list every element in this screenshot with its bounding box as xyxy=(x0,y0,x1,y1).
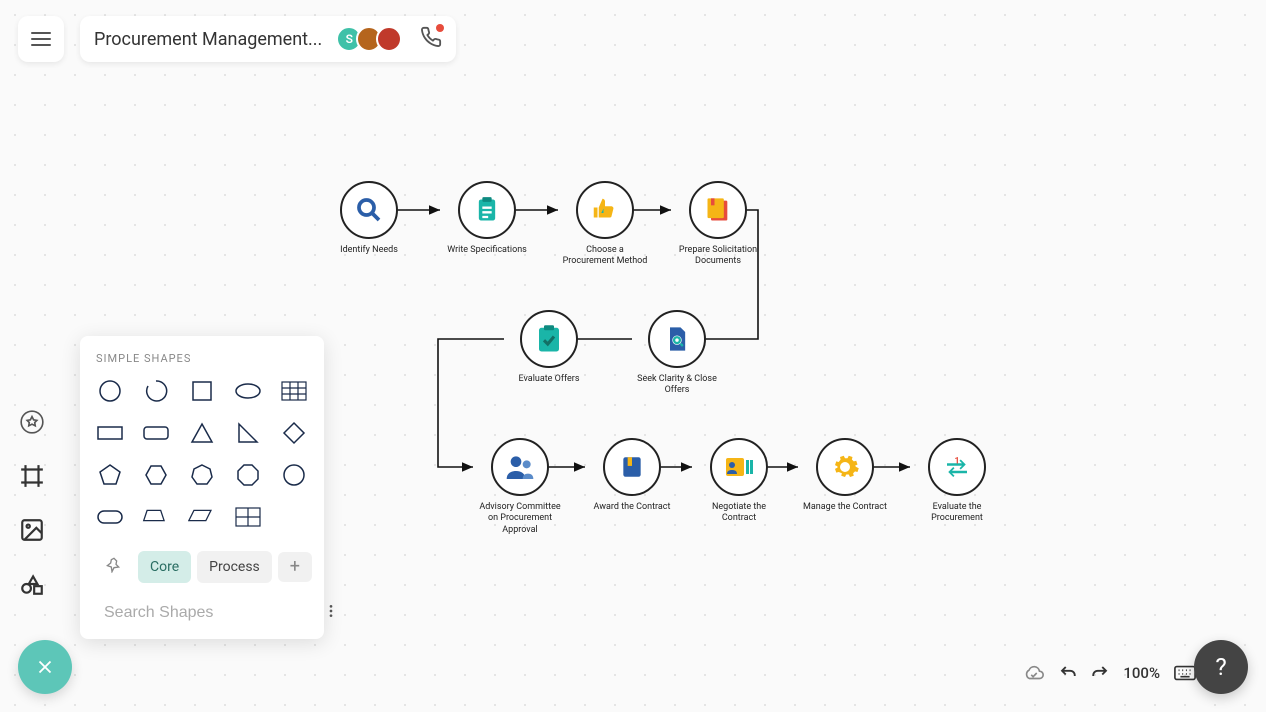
flow-node-label: Negotiate the Contract xyxy=(694,502,784,525)
contact-icon xyxy=(724,453,754,481)
flow-node-prepare[interactable]: Prepare Solicitation Documents xyxy=(673,181,763,268)
book-icon xyxy=(619,454,645,480)
doc-search-icon xyxy=(663,325,691,353)
flow-node-award[interactable]: Award the Contract xyxy=(587,438,677,513)
magnifier-icon xyxy=(354,195,384,225)
flow-node-label: Evaluate the Procurement xyxy=(912,502,1002,525)
documents-icon xyxy=(704,196,732,224)
flow-node-evaluate[interactable]: Evaluate Offers xyxy=(504,310,594,385)
diagram-canvas[interactable]: Identify Needs Write Specifications Choo… xyxy=(0,0,1266,712)
flow-node-label: Award the Contract xyxy=(587,502,677,513)
undo-icon xyxy=(1059,664,1077,682)
bottom-right-controls: 100% xyxy=(1023,662,1196,684)
thumbs-icon xyxy=(590,195,620,225)
flow-node-label: Write Specifications xyxy=(442,245,532,256)
undo-button[interactable] xyxy=(1059,664,1077,682)
keyboard-shortcuts-button[interactable] xyxy=(1174,665,1196,681)
redo-icon xyxy=(1091,664,1109,682)
flow-node-label: Manage the Contract xyxy=(800,502,890,513)
clipboard-check-icon xyxy=(534,324,564,354)
flow-node-evalproc[interactable]: 1 Evaluate the Procurement xyxy=(912,438,1002,525)
flow-node-choose[interactable]: Choose a Procurement Method xyxy=(560,181,650,268)
cloud-icon xyxy=(1023,662,1045,684)
people-icon xyxy=(504,451,536,483)
flow-node-label: Choose a Procurement Method xyxy=(560,245,650,268)
keyboard-icon xyxy=(1174,665,1196,681)
clipboard-icon xyxy=(473,196,501,224)
flow-node-negotiate[interactable]: Negotiate the Contract xyxy=(694,438,784,525)
flow-node-advisory[interactable]: Advisory Committee on Procurement Approv… xyxy=(475,438,565,536)
gear-icon xyxy=(830,452,860,482)
flow-node-label: Seek Clarity & Close Offers xyxy=(632,374,722,397)
flow-node-label: Advisory Committee on Procurement Approv… xyxy=(475,502,565,536)
redo-button[interactable] xyxy=(1091,664,1109,682)
cloud-sync-button[interactable] xyxy=(1023,662,1045,684)
flow-node-manage[interactable]: Manage the Contract xyxy=(800,438,890,513)
help-button[interactable]: ? xyxy=(1194,640,1248,694)
flow-node-identify[interactable]: Identify Needs xyxy=(324,181,414,256)
flow-node-write[interactable]: Write Specifications xyxy=(442,181,532,256)
flow-node-label: Prepare Solicitation Documents xyxy=(673,245,763,268)
flow-node-label: Identify Needs xyxy=(324,245,414,256)
svg-text:1: 1 xyxy=(954,456,959,466)
flow-node-seek[interactable]: Seek Clarity & Close Offers xyxy=(632,310,722,397)
zoom-level[interactable]: 100% xyxy=(1123,664,1160,682)
repeat-icon: 1 xyxy=(942,452,972,482)
flow-node-label: Evaluate Offers xyxy=(504,374,594,385)
